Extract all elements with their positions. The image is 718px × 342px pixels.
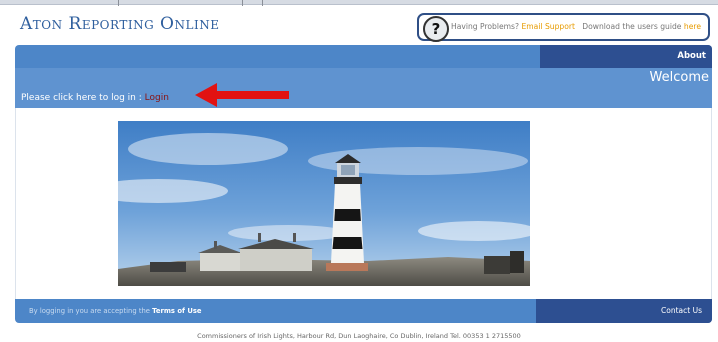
address-line: Commissioners of Irish Lights, Harbour R… xyxy=(197,332,521,340)
guide-text: Download the users guide xyxy=(582,22,682,31)
site-title: Aton Reporting Online xyxy=(20,14,220,34)
terms-of-use-link[interactable]: Terms of Use xyxy=(152,307,201,315)
top-border xyxy=(0,0,718,5)
guide-download-link[interactable]: here xyxy=(684,22,701,31)
contact-us-link[interactable]: Contact Us xyxy=(661,306,702,315)
welcome-band: Welcome Please click here to log in : Lo… xyxy=(15,68,712,108)
about-link[interactable]: About xyxy=(677,51,706,61)
arrow-left-icon xyxy=(195,83,289,107)
footer-bar: By logging in you are accepting the Term… xyxy=(15,299,712,323)
email-support-link[interactable]: Email Support xyxy=(521,22,575,31)
help-text: Having Problems? Email Support Download … xyxy=(451,22,701,31)
divider xyxy=(118,0,119,6)
help-prefix: Having Problems? xyxy=(451,22,520,31)
terms-prefix: By logging in you are accepting the xyxy=(29,307,153,315)
divider xyxy=(262,0,263,6)
login-prompt: Please click here to log in : xyxy=(21,93,145,103)
login-prompt-line: Please click here to log in : Login xyxy=(21,93,169,103)
divider xyxy=(242,0,243,6)
question-icon: ? xyxy=(423,16,449,42)
login-link[interactable]: Login xyxy=(145,93,169,103)
lighthouse-photo xyxy=(118,121,530,286)
welcome-heading: Welcome xyxy=(649,70,709,85)
help-box: ? Having Problems? Email Support Downloa… xyxy=(417,13,710,42)
top-nav-bar: About xyxy=(15,45,712,68)
terms-line: By logging in you are accepting the Term… xyxy=(29,307,202,315)
